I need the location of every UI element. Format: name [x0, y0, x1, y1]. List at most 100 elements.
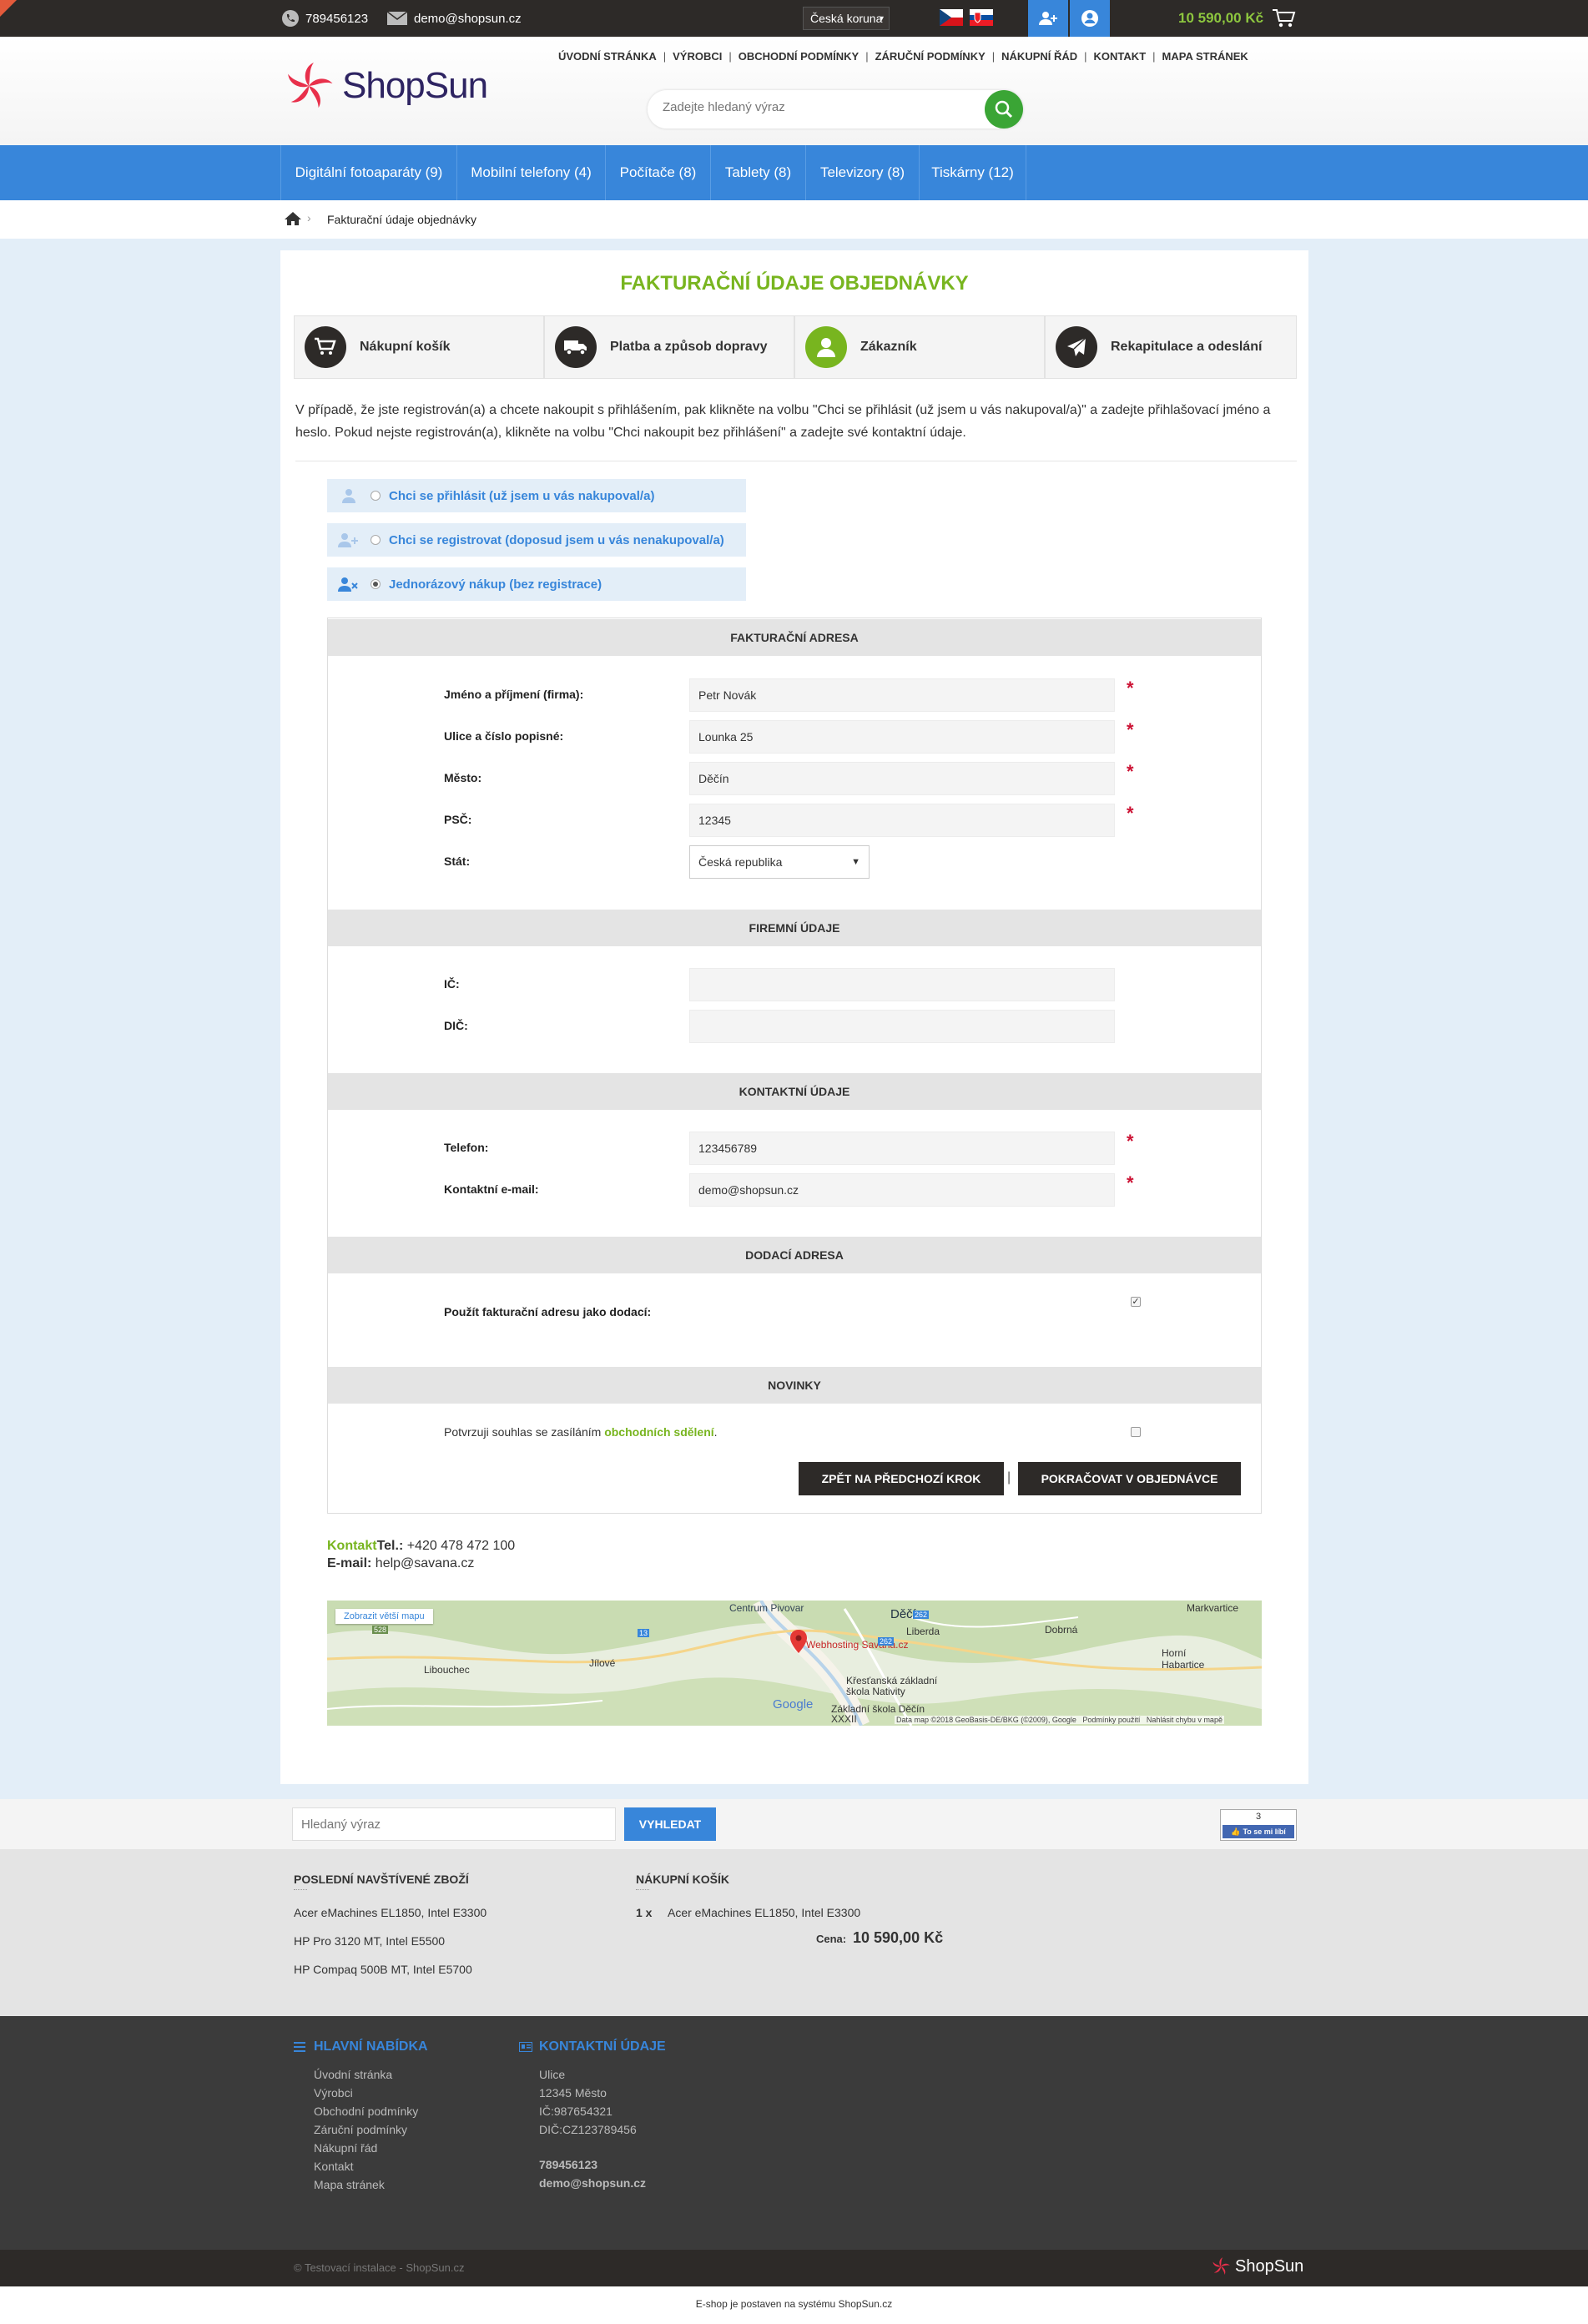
- dic-field[interactable]: [689, 1010, 1115, 1043]
- czech-flag-icon[interactable]: [940, 9, 963, 26]
- add-user-icon: [337, 532, 360, 547]
- required-mark: *: [1127, 678, 1134, 698]
- newsletter-checkbox[interactable]: [1131, 1427, 1141, 1437]
- copyright: © Testovací instalace - ShopSun.cz: [294, 2261, 465, 2274]
- nav-tablets[interactable]: Tablety (8): [711, 145, 806, 200]
- name-label: Jméno a příjmení (firma):: [444, 688, 584, 701]
- footer-link-warranty[interactable]: Záruční podmínky: [314, 2123, 407, 2136]
- top-menu-sitemap[interactable]: MAPA STRÁNEK: [1162, 50, 1248, 63]
- footer-link-terms[interactable]: Obchodní podmínky: [314, 2105, 418, 2118]
- top-menu-terms[interactable]: OBCHODNÍ PODMÍNKY: [739, 50, 859, 63]
- topbar-email[interactable]: demo@shopsun.cz: [387, 0, 522, 37]
- map[interactable]: Zobrazit větší mapu Centrum Pivovar Děčí…: [327, 1601, 1262, 1726]
- option-register[interactable]: Chci se registrovat (doposud jsem u vás …: [327, 523, 746, 557]
- footer-link-shopping-rules[interactable]: Nákupní řád: [314, 2141, 377, 2155]
- contact-email[interactable]: help@savana.cz: [371, 1556, 475, 1570]
- street-field[interactable]: Lounka 25: [689, 720, 1115, 754]
- footer-menu-title: HLAVNÍ NABÍDKA: [314, 2039, 428, 2054]
- topbar-phone[interactable]: 789456123: [282, 0, 368, 37]
- section-contact-head: KONTAKTNÍ ÚDAJE: [328, 1073, 1261, 1110]
- option-guest[interactable]: Jednorázový nákup (bez registrace): [327, 567, 746, 601]
- step-payment[interactable]: Platba a způsob dopravy: [544, 315, 794, 379]
- login-button[interactable]: [1070, 0, 1110, 37]
- user-icon: [1081, 10, 1098, 27]
- logo[interactable]: ShopSun: [280, 60, 488, 112]
- currency-select[interactable]: Česká koruna: [803, 7, 890, 30]
- footer-link-home[interactable]: Úvodní stránka: [314, 2068, 392, 2081]
- like-label: To se mi líbí: [1243, 1827, 1286, 1836]
- section-news-head: NOVINKY: [328, 1367, 1261, 1404]
- footer: [0, 2016, 1588, 2250]
- corner-accent: [0, 0, 17, 17]
- continue-button[interactable]: POKRAČOVAT V OBJEDNÁVCE: [1018, 1462, 1241, 1495]
- footer-link-manufacturers[interactable]: Výrobci: [314, 2086, 353, 2100]
- city-field[interactable]: Děčín: [689, 762, 1115, 795]
- bottom-search-input[interactable]: Hledaný výraz: [292, 1807, 616, 1841]
- map-label: Centrum Pivovar: [729, 1602, 804, 1614]
- powered-by[interactable]: E-shop je postaven na systému ShopSun.cz: [0, 2298, 1588, 2310]
- recent-item[interactable]: Acer eMachines EL1850, Intel E3300: [294, 1906, 486, 1919]
- newsletter-link[interactable]: obchodních sdělení: [604, 1425, 713, 1439]
- bigger-map-link[interactable]: Zobrazit větší mapu: [335, 1609, 433, 1624]
- zip-field[interactable]: 12345: [689, 804, 1115, 837]
- top-menu-shopping-rules[interactable]: NÁKUPNÍ ŘÁD: [1001, 50, 1077, 63]
- search-button[interactable]: [985, 90, 1023, 129]
- radio-register[interactable]: [371, 535, 381, 545]
- map-label: Libouchec: [424, 1664, 470, 1676]
- footer-link-contact[interactable]: Kontakt: [314, 2160, 353, 2173]
- user-icon: [337, 488, 360, 503]
- home-icon[interactable]: [284, 211, 302, 226]
- slovak-flag-icon[interactable]: [970, 9, 993, 26]
- register-button[interactable]: [1028, 0, 1068, 37]
- map-attribution: Data map ©2018 GeoBasis-DE/BKG (©2009), …: [895, 1716, 1224, 1724]
- facebook-like-widget[interactable]: 3 👍 To se mi líbí: [1220, 1809, 1297, 1841]
- top-menu-manufacturers[interactable]: VÝROBCI: [673, 50, 722, 63]
- search-input[interactable]: [663, 100, 980, 114]
- cart-item[interactable]: Acer eMachines EL1850, Intel E3300: [668, 1906, 860, 1919]
- like-button[interactable]: 👍 To se mi líbí: [1223, 1825, 1294, 1838]
- recent-item[interactable]: HP Pro 3120 MT, Intel E5500: [294, 1934, 445, 1948]
- phone-icon: [282, 10, 299, 27]
- option-login[interactable]: Chci se přihlásit (už jsem u vás nakupov…: [327, 479, 746, 512]
- recent-item[interactable]: HP Compaq 500B MT, Intel E5700: [294, 1963, 472, 1976]
- menu-separator: |: [663, 50, 667, 63]
- footer-email[interactable]: demo@shopsun.cz: [539, 2176, 646, 2190]
- button-separator: |: [1007, 1470, 1011, 1485]
- top-menu-warranty[interactable]: ZÁRUČNÍ PODMÍNKY: [875, 50, 986, 63]
- ic-field[interactable]: [689, 968, 1115, 1001]
- dic-label: DIČ:: [444, 1019, 468, 1032]
- step-summary-label: Rekapitulace a odeslání: [1111, 340, 1263, 354]
- section-delivery-head: DODACÍ ADRESA: [328, 1237, 1261, 1273]
- cart-total[interactable]: 10 590,00 Kč: [1178, 0, 1297, 37]
- menu-separator: |: [728, 50, 732, 63]
- footer-logo[interactable]: ShopSun: [1210, 2256, 1303, 2276]
- contact-tel[interactable]: +420 478 472 100: [403, 1539, 515, 1553]
- nav-mobile-phones[interactable]: Mobilní telefony (4): [457, 145, 606, 200]
- country-select[interactable]: Česká republika ▼: [689, 845, 870, 879]
- top-menu-contact[interactable]: KONTAKT: [1094, 50, 1147, 63]
- step-customer[interactable]: Zákazník: [794, 315, 1045, 379]
- step-cart[interactable]: Nákupní košík: [294, 315, 544, 379]
- nav-digital-cameras[interactable]: Digitální fotoaparáty (9): [280, 145, 457, 200]
- footer-link-sitemap[interactable]: Mapa stránek: [314, 2178, 385, 2191]
- top-menu-home[interactable]: ÚVODNÍ STRÁNKA: [558, 50, 657, 63]
- map-label: Jílové: [589, 1657, 616, 1669]
- nav-computers[interactable]: Počítače (8): [606, 145, 711, 200]
- copyright-bar: [0, 2250, 1588, 2286]
- footer-phone[interactable]: 789456123: [539, 2158, 597, 2171]
- footer-contact-head: KONTAKTNÍ ÚDAJE: [519, 2039, 666, 2054]
- phone-field[interactable]: 123456789: [689, 1132, 1115, 1165]
- road-number: 528: [372, 1626, 389, 1634]
- step-cart-label: Nákupní košík: [360, 340, 451, 354]
- back-button[interactable]: ZPĚT NA PŘEDCHOZÍ KROK: [799, 1462, 1004, 1495]
- radio-guest[interactable]: [371, 579, 381, 589]
- nav-printers[interactable]: Tiskárny (12): [920, 145, 1026, 200]
- name-field[interactable]: Petr Novák: [689, 678, 1115, 712]
- delivery-checkbox[interactable]: ✓: [1131, 1297, 1141, 1307]
- step-summary[interactable]: Rekapitulace a odeslání: [1045, 315, 1297, 379]
- radio-login[interactable]: [371, 491, 381, 501]
- nav-televisions[interactable]: Televizory (8): [806, 145, 920, 200]
- bottom-search-button[interactable]: VYHLEDAT: [624, 1807, 716, 1841]
- email-field[interactable]: demo@shopsun.cz: [689, 1173, 1115, 1207]
- contact-email-label: E-mail:: [327, 1556, 372, 1570]
